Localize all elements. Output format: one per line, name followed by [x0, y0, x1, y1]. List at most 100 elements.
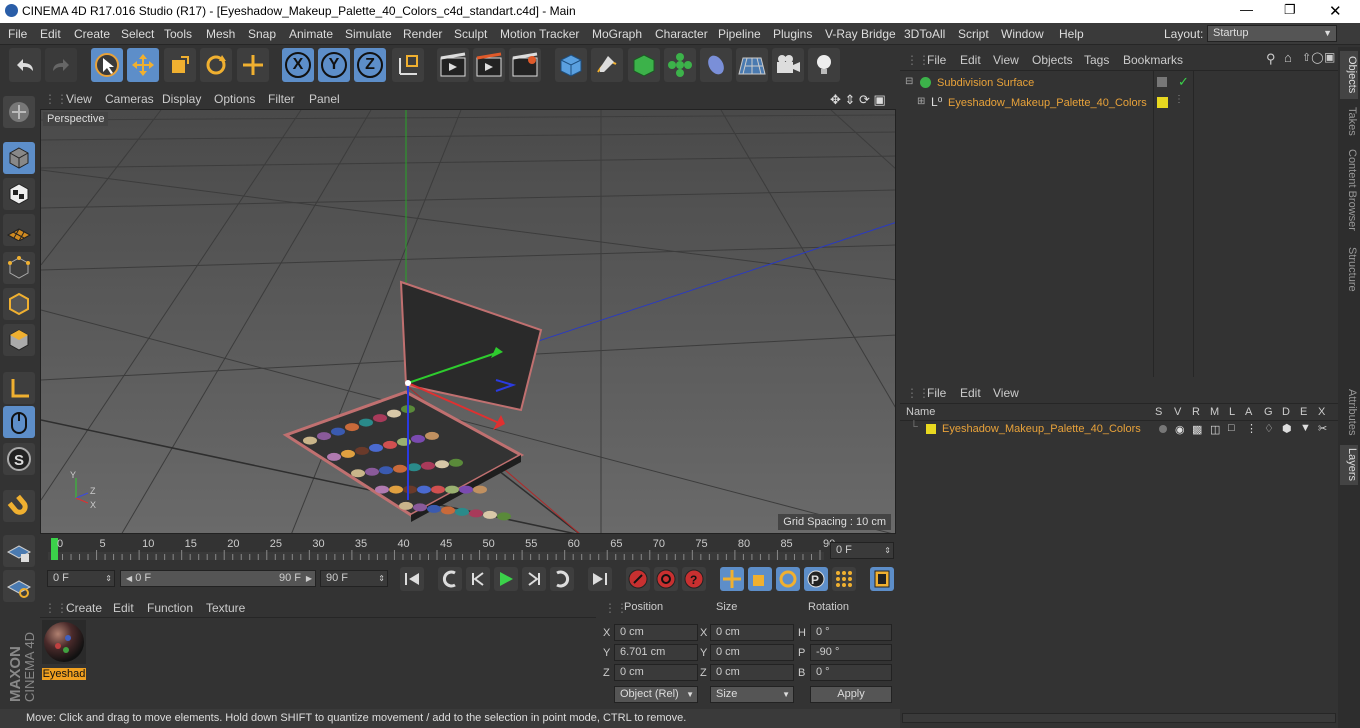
record-keys-button[interactable]: [626, 567, 650, 591]
redo-button[interactable]: [45, 48, 77, 82]
expressions-icon[interactable]: ▼: [1300, 422, 1311, 434]
pen-spline-button[interactable]: [591, 48, 623, 82]
render-settings-button[interactable]: [509, 48, 541, 82]
planar-workplane-button[interactable]: [3, 570, 35, 602]
render-clapper-icon[interactable]: ▩: [1192, 423, 1202, 436]
menu-tools[interactable]: Tools: [164, 27, 192, 41]
live-selection-button[interactable]: [91, 48, 123, 82]
size-y-field[interactable]: 0 cm: [710, 644, 794, 661]
object-menu-bookmarks[interactable]: Bookmarks: [1123, 53, 1183, 67]
menu-mesh[interactable]: Mesh: [206, 27, 235, 41]
move-tool-button[interactable]: [127, 48, 159, 82]
flag-v-header[interactable]: V: [1174, 406, 1181, 418]
floor-button[interactable]: [736, 48, 768, 82]
menu-motion-tracker[interactable]: Motion Tracker: [500, 27, 579, 41]
light-button[interactable]: [808, 48, 840, 82]
material-menu-texture[interactable]: Texture: [206, 601, 245, 615]
next-key-button[interactable]: [550, 567, 574, 591]
object-menu-file[interactable]: File: [927, 53, 946, 67]
texture-mode-button[interactable]: [3, 178, 35, 210]
autokey-button[interactable]: [654, 567, 678, 591]
rot-h-field[interactable]: 0 °: [810, 624, 892, 641]
render-to-picture-viewer-button[interactable]: [473, 48, 505, 82]
subdivision-button[interactable]: [628, 48, 660, 82]
flag-s-header[interactable]: S: [1155, 406, 1162, 418]
menu-select[interactable]: Select: [121, 27, 154, 41]
tab-objects[interactable]: Objects: [1340, 51, 1358, 99]
viewport-menu-panel[interactable]: Panel: [309, 92, 340, 106]
nav-arrows-icon[interactable]: ⇧◯: [1302, 51, 1324, 64]
menu-animate[interactable]: Animate: [289, 27, 333, 41]
end-frame-field[interactable]: 90 F ⇕: [320, 570, 388, 587]
go-to-end-button[interactable]: [588, 567, 612, 591]
menu-simulate[interactable]: Simulate: [345, 27, 392, 41]
pos-y-field[interactable]: 6.701 cm: [614, 644, 698, 661]
key-rotation-button[interactable]: [776, 567, 800, 591]
keyframe-selection-button[interactable]: ?: [682, 567, 706, 591]
lock-icon[interactable]: □: [1228, 422, 1235, 434]
menu-3dtoall[interactable]: 3DToAll: [904, 27, 945, 41]
previous-key-button[interactable]: [438, 567, 462, 591]
object-row-subdivision[interactable]: ⊟ Subdivision Surface ✓: [900, 74, 1338, 92]
x-axis-button[interactable]: X: [282, 48, 314, 82]
key-pla-button[interactable]: [832, 567, 856, 591]
flag-l-header[interactable]: L: [1229, 406, 1235, 418]
home-icon[interactable]: ⌂: [1284, 50, 1292, 65]
snap-button[interactable]: S: [3, 443, 35, 475]
menu-sculpt[interactable]: Sculpt: [454, 27, 487, 41]
object-search-icon[interactable]: ⚲: [1266, 51, 1276, 67]
viewport-menu-options[interactable]: Options: [214, 92, 255, 106]
manager-icon[interactable]: ◫: [1210, 423, 1220, 436]
object-menu-tags[interactable]: Tags: [1084, 53, 1109, 67]
layer-color-swatch[interactable]: [1157, 97, 1168, 108]
y-axis-button[interactable]: Y: [318, 48, 350, 82]
maximize-button[interactable]: ❐: [1284, 2, 1296, 18]
size-x-field[interactable]: 0 cm: [710, 624, 794, 641]
viewport-menu-display[interactable]: Display: [162, 92, 201, 106]
layer-menu-view[interactable]: View: [993, 386, 1019, 400]
material-menu-create[interactable]: Create: [66, 601, 102, 615]
flag-d-header[interactable]: D: [1282, 406, 1290, 418]
close-button[interactable]: ✕: [1329, 2, 1342, 20]
size-z-field[interactable]: 0 cm: [710, 664, 794, 681]
render-view-button[interactable]: [437, 48, 469, 82]
rot-p-field[interactable]: -90 °: [810, 644, 892, 661]
point-mode-button[interactable]: [3, 252, 35, 284]
scale-tool-button[interactable]: [164, 48, 196, 82]
menu-render[interactable]: Render: [403, 27, 442, 41]
solo-dot-icon[interactable]: [1159, 425, 1167, 433]
rotate-tool-button[interactable]: [200, 48, 232, 82]
tweak-mode-button[interactable]: [3, 406, 35, 438]
play-button[interactable]: [494, 567, 518, 591]
material-menu-edit[interactable]: Edit: [113, 601, 134, 615]
animation-icon[interactable]: ⋮: [1246, 422, 1257, 435]
menu-pipeline[interactable]: Pipeline: [718, 27, 761, 41]
layout-select[interactable]: Startup ▼: [1207, 25, 1337, 42]
timeline-window-button[interactable]: [870, 567, 894, 591]
current-frame-field[interactable]: 0 F ⇕: [830, 542, 894, 559]
coordinate-mode-select[interactable]: Object (Rel) ▼: [614, 686, 698, 703]
go-to-start-button[interactable]: [400, 567, 424, 591]
flag-e-header[interactable]: E: [1300, 406, 1307, 418]
menu-mograph[interactable]: MoGraph: [592, 27, 642, 41]
object-menu-view[interactable]: View: [993, 53, 1019, 67]
viewport-menu-cameras[interactable]: Cameras: [105, 92, 154, 106]
key-parameter-button[interactable]: P: [804, 567, 828, 591]
viewport-menu-view[interactable]: View: [66, 92, 92, 106]
axis-mode-button[interactable]: [3, 372, 35, 404]
material-swatch[interactable]: Eyeshad: [42, 620, 86, 680]
horizontal-scrollbar[interactable]: [902, 713, 1336, 723]
edit-render-toggle[interactable]: [1157, 77, 1167, 87]
layer-color-swatch[interactable]: [926, 424, 936, 434]
locked-workplane-button[interactable]: [3, 535, 35, 567]
transform-tool-button[interactable]: [237, 48, 269, 82]
rot-b-field[interactable]: 0 °: [810, 664, 892, 681]
generators-icon[interactable]: ♢: [1264, 422, 1274, 435]
undo-button[interactable]: [9, 48, 41, 82]
magnet-button[interactable]: [3, 490, 35, 522]
layer-row[interactable]: └ Eyeshadow_Makeup_Palette_40_Colors ◉ ▩…: [900, 421, 1338, 439]
tab-structure[interactable]: Structure: [1340, 243, 1358, 295]
menu-file[interactable]: File: [8, 27, 27, 41]
workplane-mode-button[interactable]: [3, 214, 35, 246]
menu-vray-bridge[interactable]: V-Ray Bridge: [825, 27, 896, 41]
